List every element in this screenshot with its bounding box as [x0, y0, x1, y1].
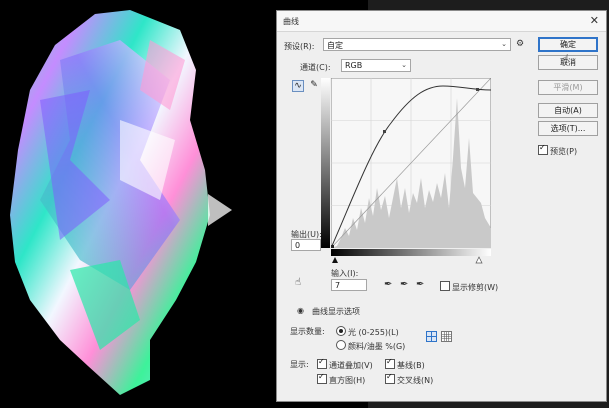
curve-display-options-heading: 曲线显示选项 — [312, 307, 360, 316]
histogram-label: 直方图(H) — [329, 376, 366, 385]
light-radio-icon — [336, 326, 346, 336]
channel-select[interactable]: RGB ⌄ — [341, 59, 411, 72]
light-radio[interactable]: 光 (0-255)(L) — [336, 326, 399, 338]
show-amount-label: 显示数量: — [290, 327, 325, 336]
pencil-tool-icon[interactable]: ✎ — [308, 80, 320, 92]
options-button[interactable]: 选项(T)... — [538, 121, 598, 136]
show-clipping-label: 显示修剪(W) — [452, 283, 499, 292]
input-label: 输入(I): — [331, 269, 359, 278]
gray-eyedropper-icon[interactable]: ✒ — [400, 279, 408, 290]
chevron-down-icon: ⌄ — [401, 61, 407, 69]
curve-point-black[interactable] — [331, 245, 334, 248]
input-gradient-bar — [331, 249, 491, 256]
output-field[interactable]: 0 — [291, 239, 321, 251]
video-frame: 曲线 ✕ 预设(R): 自定 ⌄ ⚙ 确定 取消 平滑(M) 自动(A) 选项(… — [0, 0, 609, 408]
show-clipping-check-icon — [440, 281, 450, 291]
preset-label: 预设(R): — [284, 42, 315, 51]
histogram-checkbox[interactable]: 直方图(H) — [317, 372, 366, 386]
curve-point[interactable] — [383, 130, 386, 133]
smooth-button[interactable]: 平滑(M) — [538, 80, 598, 95]
histogram-check-icon — [317, 372, 327, 384]
channel-label: 通道(C): — [300, 63, 331, 72]
intersection-line-check-icon — [385, 372, 395, 384]
close-icon[interactable]: ✕ — [590, 14, 599, 27]
channel-overlays-checkbox[interactable]: 通道叠加(V) — [317, 357, 373, 371]
gear-icon[interactable]: ⚙ — [516, 39, 524, 49]
black-eyedropper-icon[interactable]: ✒ — [384, 279, 392, 290]
baseline-check-icon — [385, 357, 395, 369]
chevron-down-icon: ⌄ — [501, 40, 507, 48]
intersection-line-label: 交叉线(N) — [397, 376, 434, 385]
hand-cursor-icon: ☝ — [562, 52, 570, 66]
dialog-titlebar: 曲线 ✕ — [277, 11, 606, 32]
grid-detailed-icon[interactable] — [441, 331, 452, 342]
intersection-line-checkbox[interactable]: 交叉线(N) — [385, 372, 434, 386]
target-adjust-hand-icon[interactable]: ☝ — [292, 277, 304, 289]
input-field[interactable]: 7 — [331, 279, 367, 291]
curve-point-tool-icon[interactable]: ∿ — [292, 80, 304, 92]
play-icon[interactable] — [206, 192, 234, 230]
preview-label: 预览(P) — [550, 147, 578, 156]
channel-overlays-check-icon — [317, 357, 327, 369]
ok-button[interactable]: 确定 — [538, 37, 598, 52]
light-radio-label: 光 (0-255)(L) — [348, 328, 399, 337]
pigment-radio[interactable]: 颜料/油墨 %(G) — [336, 340, 405, 352]
curve-graph[interactable] — [331, 78, 491, 248]
pigment-radio-icon — [336, 340, 346, 350]
grid-simple-icon[interactable] — [426, 331, 437, 342]
white-eyedropper-icon[interactable]: ✒ — [416, 279, 424, 290]
preview-check-icon — [538, 143, 548, 155]
black-point-slider[interactable] — [332, 257, 338, 263]
show-label: 显示: — [290, 360, 309, 369]
baseline-checkbox[interactable]: 基线(B) — [385, 357, 425, 371]
baseline-label: 基线(B) — [397, 361, 425, 370]
expand-toggle-icon[interactable]: ◉ — [297, 306, 304, 315]
pigment-radio-label: 颜料/油墨 %(G) — [348, 342, 406, 351]
auto-button[interactable]: 自动(A) — [538, 103, 598, 118]
dialog-title: 曲线 — [283, 17, 299, 26]
channel-overlays-label: 通道叠加(V) — [329, 361, 373, 370]
preset-select[interactable]: 自定 ⌄ — [323, 38, 511, 51]
output-gradient-bar — [321, 78, 330, 248]
show-clipping-checkbox[interactable]: 显示修剪(W) — [440, 281, 498, 293]
preview-checkbox[interactable]: 预览(P) — [538, 143, 578, 157]
input-slider-track[interactable] — [331, 256, 491, 264]
preset-value: 自定 — [327, 41, 343, 50]
white-point-slider[interactable] — [475, 256, 483, 264]
curve-point[interactable] — [476, 88, 479, 91]
channel-value: RGB — [345, 61, 363, 70]
